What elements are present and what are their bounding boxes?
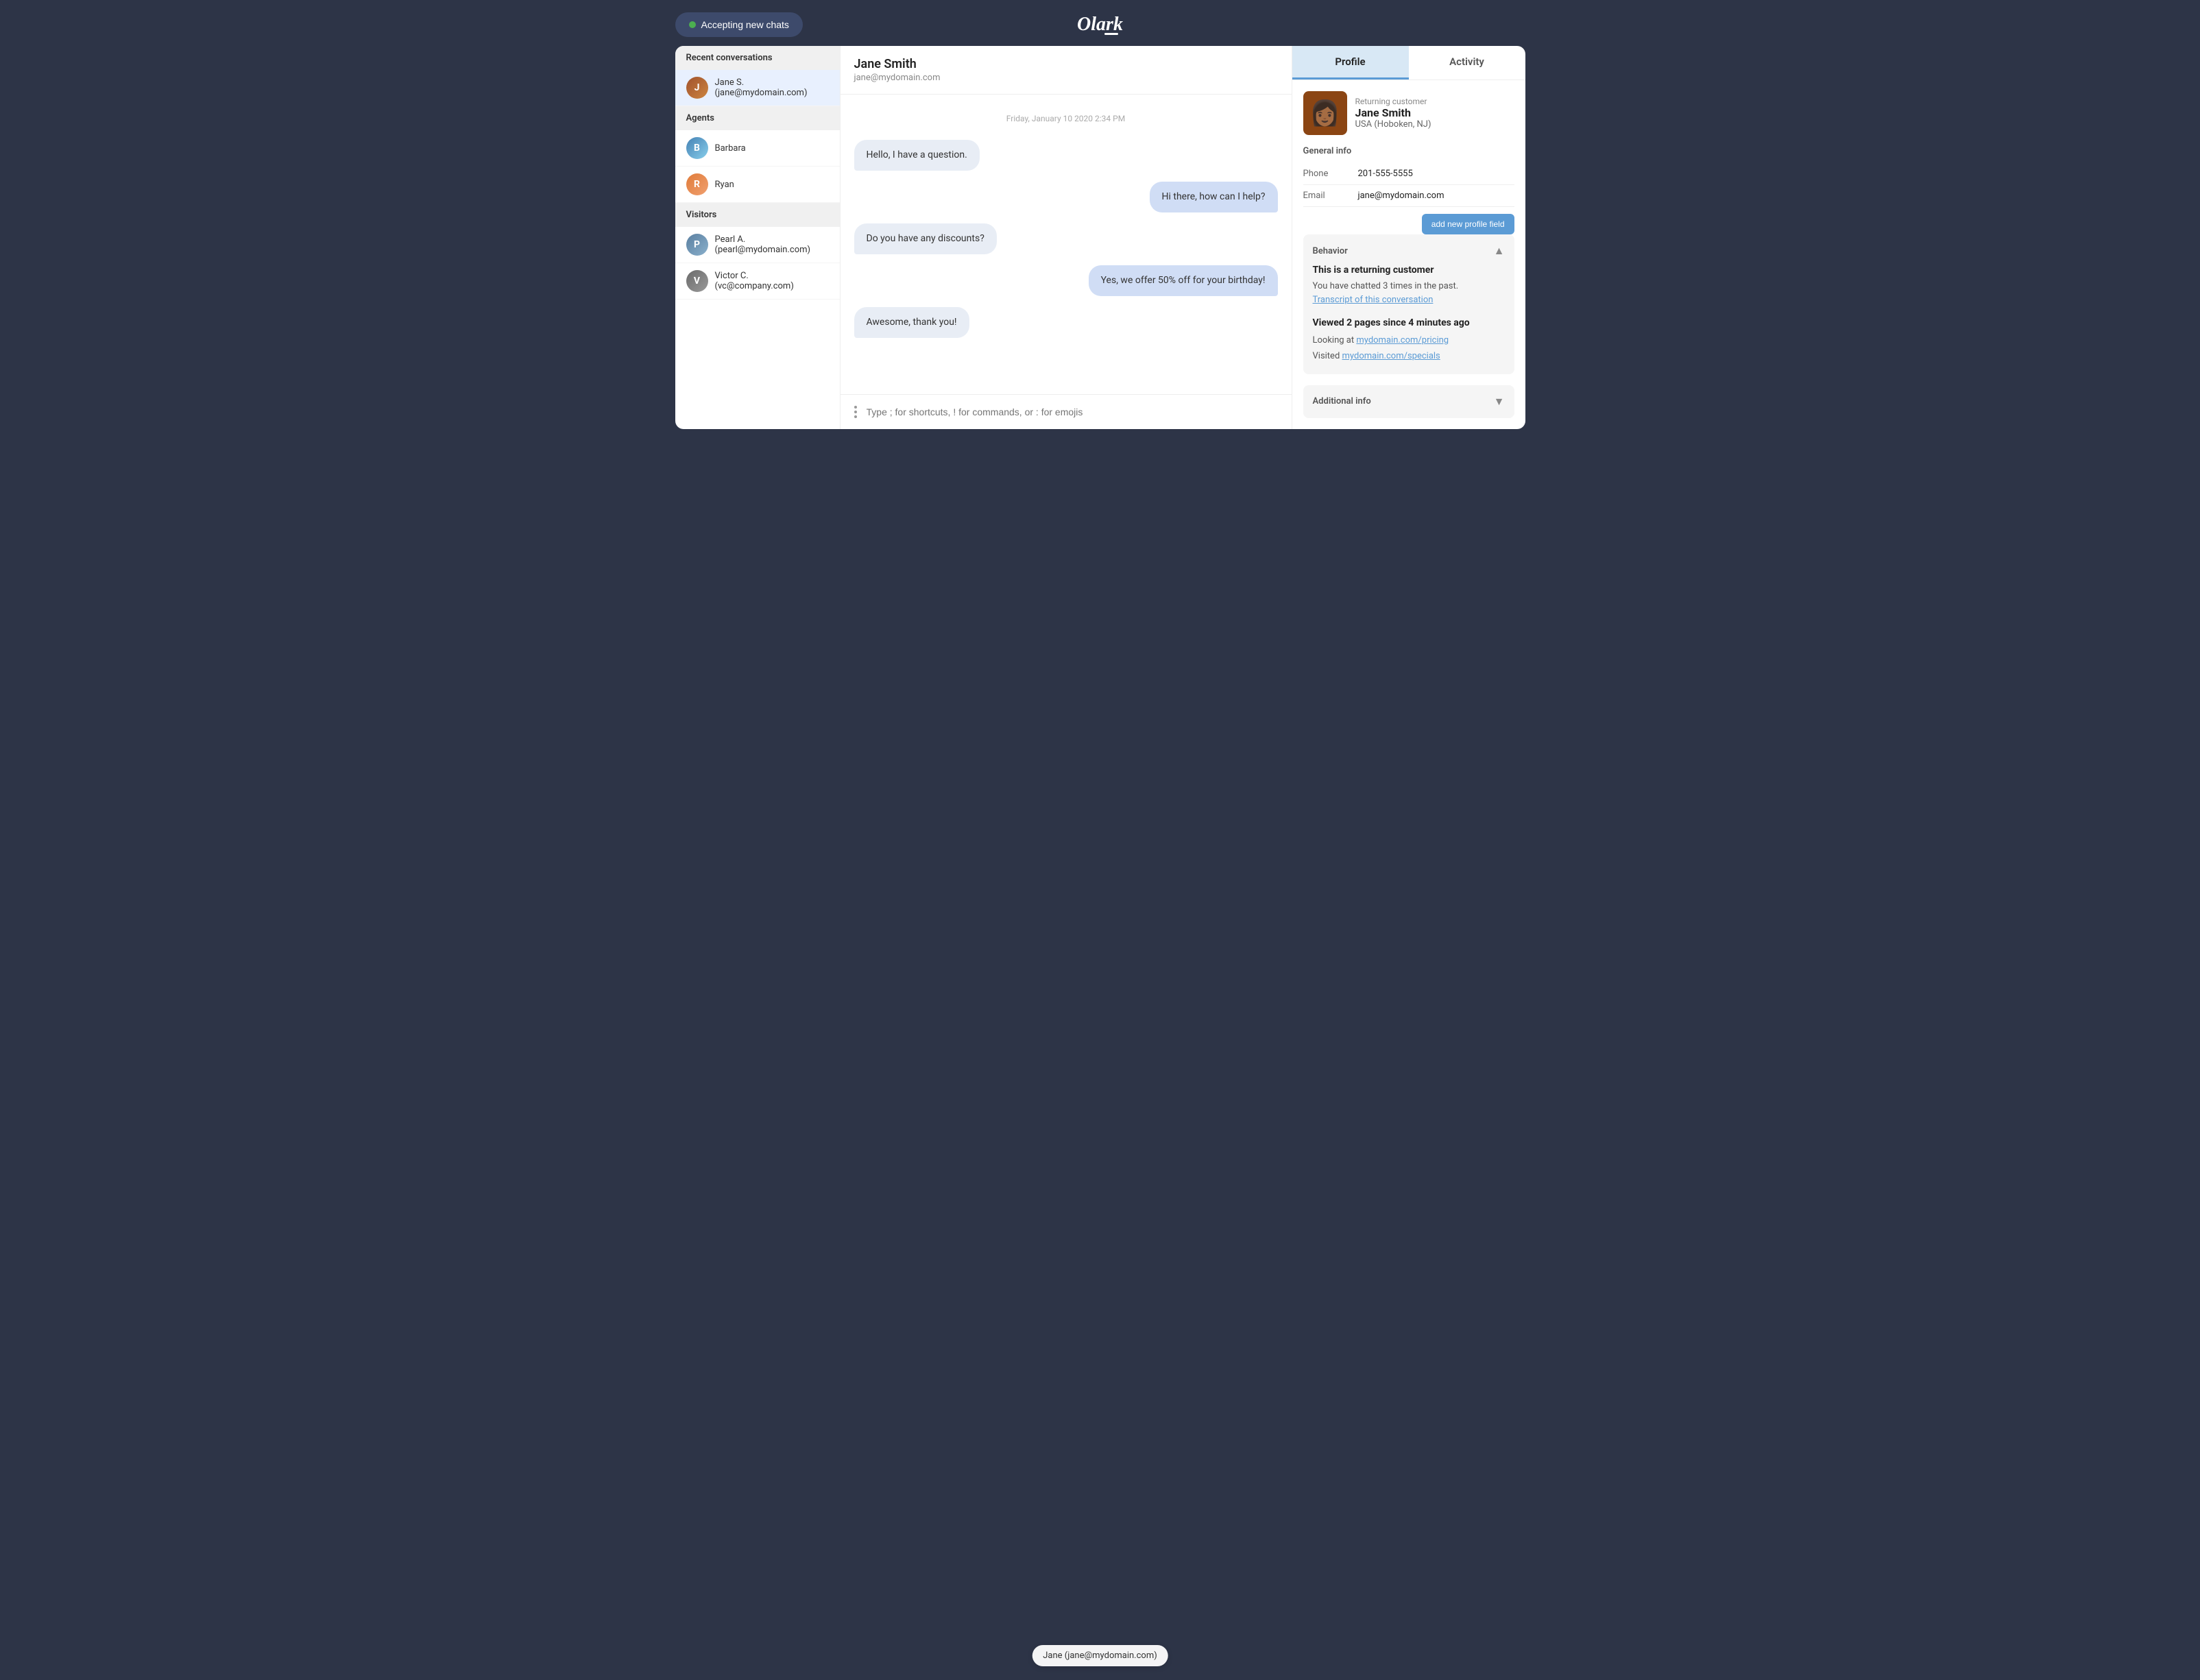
sidebar-item-jane[interactable]: J Jane S. (jane@mydomain.com) [675,70,840,106]
add-profile-field-button[interactable]: add new profile field [1422,214,1514,234]
chat-area: Jane Smith jane@mydomain.com Friday, Jan… [840,46,1292,429]
sidebar: Recent conversations J Jane S. (jane@myd… [675,46,840,429]
transcript-link[interactable]: Transcript of this conversation [1313,295,1434,305]
date-divider: Friday, January 10 2020 2:34 PM [854,114,1278,123]
behavior-text: You have chatted 3 times in the past. Tr… [1313,280,1505,306]
sidebar-item-barbara[interactable]: B Barbara [675,130,840,167]
message-3: Do you have any discounts? [854,223,997,254]
top-bar: Accepting new chats Olark [675,14,1525,35]
avatar-pearl: P [686,234,708,256]
additional-info-header: Additional info ▼ [1313,395,1505,409]
email-value: jane@mydomain.com [1358,191,1444,201]
additional-info-title: Additional info [1313,396,1371,406]
viewed-section: Viewed 2 pages since 4 minutes ago Looki… [1313,317,1505,365]
olark-logo: Olark [1077,14,1123,35]
profile-avatar: 👩🏾 [1303,91,1347,135]
sidebar-item-barbara-label: Barbara [715,143,746,154]
behavior-header: Behavior ▲ [1313,244,1505,258]
viewed-title: Viewed 2 pages since 4 minutes ago [1313,317,1505,328]
sidebar-item-pearl[interactable]: P Pearl A. (pearl@mydomain.com) [675,227,840,263]
message-4: Yes, we offer 50% off for your birthday! [1089,265,1278,296]
tab-profile[interactable]: Profile [1292,46,1409,80]
viewed-text: Looking at mydomain.com/pricing Visited … [1313,332,1505,365]
status-dot [689,21,696,28]
message-2: Hi there, how can I help? [1150,182,1278,212]
chat-header: Jane Smith jane@mydomain.com [841,46,1292,95]
typing-indicator: Jane (jane@mydomain.com) [1032,1645,1168,1666]
avatar-ryan: R [686,173,708,195]
profile-panel: Profile Activity 👩🏾 Returning customer J… [1292,46,1525,429]
sidebar-item-victor[interactable]: V Victor C. (vc@company.com) [675,263,840,300]
behavior-returning-title: This is a returning customer [1313,265,1505,276]
general-info-title: General info [1303,146,1514,156]
message-1: Hello, I have a question. [854,140,980,171]
specials-link[interactable]: mydomain.com/specials [1342,351,1440,361]
agents-title: Agents [675,106,840,130]
message-5: Awesome, thank you! [854,307,969,338]
avatar-victor: V [686,270,708,292]
sidebar-item-pearl-label: Pearl A. (pearl@mydomain.com) [715,234,829,255]
additional-info-expand-icon[interactable]: ▼ [1494,395,1505,409]
sidebar-item-victor-label: Victor C. (vc@company.com) [715,271,829,291]
pricing-link[interactable]: mydomain.com/pricing [1356,335,1449,345]
email-label: Email [1303,191,1358,201]
behavior-collapse-icon[interactable]: ▲ [1494,244,1505,258]
chat-contact-email: jane@mydomain.com [854,73,1278,83]
chat-contact-name: Jane Smith [854,57,1278,71]
main-layout: Recent conversations J Jane S. (jane@myd… [675,46,1525,429]
phone-label: Phone [1303,169,1358,179]
phone-row: Phone 201-555-5555 [1303,163,1514,185]
sidebar-item-jane-label: Jane S. (jane@mydomain.com) [715,77,829,98]
profile-name: Jane Smith [1355,106,1431,119]
more-options-button[interactable] [851,403,860,421]
chat-input-area [841,394,1292,429]
sidebar-item-ryan[interactable]: R Ryan [675,167,840,203]
tab-activity[interactable]: Activity [1409,46,1525,80]
behavior-section: Behavior ▲ This is a returning customer … [1303,234,1514,374]
profile-location: USA (Hoboken, NJ) [1355,119,1431,130]
chat-messages: Friday, January 10 2020 2:34 PM Hello, I… [841,95,1292,394]
behavior-title: Behavior [1313,246,1348,256]
sidebar-item-ryan-label: Ryan [715,180,734,190]
additional-info-section: Additional info ▼ [1303,385,1514,418]
customer-type: Returning customer [1355,97,1431,106]
accepting-new-chats-button[interactable]: Accepting new chats [675,12,803,37]
profile-content: 👩🏾 Returning customer Jane Smith USA (Ho… [1292,80,1525,429]
accepting-label: Accepting new chats [701,19,789,30]
chat-input[interactable] [867,406,1281,417]
avatar-barbara: B [686,137,708,159]
profile-tabs: Profile Activity [1292,46,1525,80]
profile-person-details: Returning customer Jane Smith USA (Hobok… [1355,97,1431,130]
recent-conversations-title: Recent conversations [675,46,840,70]
profile-person: 👩🏾 Returning customer Jane Smith USA (Ho… [1303,91,1514,135]
avatar-jane: J [686,77,708,99]
email-row: Email jane@mydomain.com [1303,185,1514,207]
phone-value: 201-555-5555 [1358,169,1413,179]
visitors-title: Visitors [675,203,840,227]
